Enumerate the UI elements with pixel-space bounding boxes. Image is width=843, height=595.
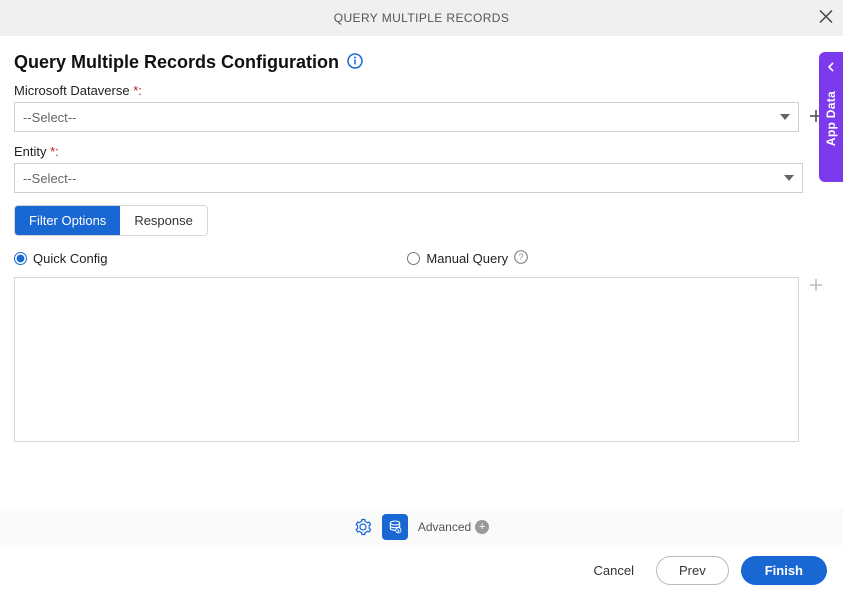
advanced-label: Advanced [418,520,471,534]
query-textarea[interactable] [14,277,799,442]
radio-quick-config-label: Quick Config [33,251,107,266]
subtab-group: Filter Options Response [14,205,208,236]
entity-select[interactable]: --Select-- [14,163,803,193]
radio-quick-config[interactable]: Quick Config [14,251,107,266]
entity-label: Entity *: [14,144,829,159]
modal-header: QUERY MULTIPLE RECORDS [0,0,843,36]
app-data-drawer-toggle[interactable]: App Data [819,52,843,182]
radio-manual-query-input[interactable] [407,252,420,265]
svg-text:?: ? [519,252,524,262]
help-icon[interactable]: ? [514,250,528,267]
radio-manual-query[interactable]: Manual Query [407,251,508,266]
database-icon[interactable] [382,514,408,540]
tab-filter-options[interactable]: Filter Options [15,206,120,235]
close-icon[interactable] [819,10,833,27]
cancel-button[interactable]: Cancel [584,557,644,584]
bottom-toolbar: Advanced + [0,509,843,545]
page-title: Query Multiple Records Configuration [14,52,339,73]
radio-manual-query-label: Manual Query [426,251,508,266]
radio-quick-config-input[interactable] [14,252,27,265]
app-data-drawer-label: App Data [824,91,838,146]
advanced-toggle[interactable]: Advanced + [418,520,489,534]
modal-title: QUERY MULTIPLE RECORDS [334,11,510,25]
gear-icon[interactable] [354,518,372,536]
dataverse-select[interactable]: --Select-- [14,102,799,132]
info-icon[interactable] [347,53,363,72]
modal-body: Query Multiple Records Configuration Mic… [0,36,843,442]
plus-circle-icon: + [475,520,489,534]
prev-button[interactable]: Prev [656,556,729,585]
tab-response[interactable]: Response [120,206,207,235]
dataverse-label: Microsoft Dataverse *: [14,83,829,98]
modal-footer: Cancel Prev Finish [0,545,843,595]
add-condition-button[interactable] [803,277,829,296]
finish-button[interactable]: Finish [741,556,827,585]
chevron-left-icon [826,60,836,75]
